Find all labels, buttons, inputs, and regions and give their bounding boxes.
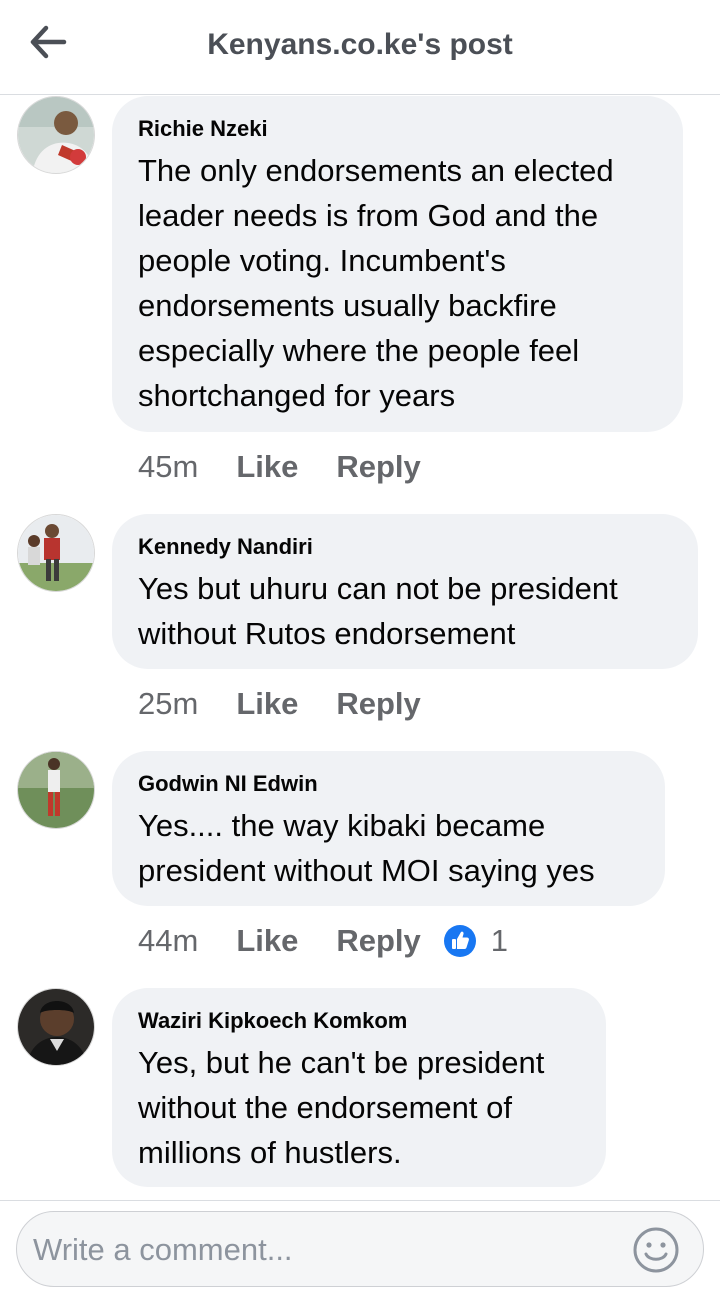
comment-box[interactable] — [16, 1211, 704, 1287]
comment-bubble: Kennedy Nandiri Yes but uhuru can not be… — [112, 514, 698, 669]
comment-composer — [0, 1200, 720, 1296]
comment-input[interactable] — [31, 1224, 615, 1276]
comment-author[interactable]: Kennedy Nandiri — [138, 532, 672, 562]
avatar[interactable] — [17, 96, 95, 174]
comment-text: Yes but uhuru can not be president witho… — [138, 571, 618, 651]
comment-bubble: Waziri Kipkoech Komkom Yes, but he can't… — [112, 988, 606, 1187]
reply-button[interactable]: Reply — [336, 923, 420, 959]
reaction-count: 1 — [490, 923, 509, 958]
comment-author[interactable]: Godwin NI Edwin — [138, 769, 639, 799]
reply-button[interactable]: Reply — [336, 449, 420, 485]
thumbs-up-icon — [443, 925, 476, 957]
like-button[interactable]: Like — [236, 923, 298, 959]
comment-time: 25m — [138, 686, 199, 721]
comment-text: Yes.... the way kibaki became president … — [138, 808, 595, 888]
reaction-summary[interactable]: 1 — [443, 923, 508, 959]
comment-author[interactable]: Richie Nzeki — [138, 114, 657, 144]
reply-button[interactable]: Reply — [336, 686, 420, 722]
smiley-icon[interactable] — [631, 1225, 681, 1275]
comment-time: 45m — [138, 449, 199, 484]
like-button[interactable]: Like — [236, 686, 298, 722]
comment-actions: 44m Like Reply 1 — [138, 921, 508, 961]
top-bar: Kenyans.co.ke's post — [0, 0, 720, 95]
comment-bubble: Godwin NI Edwin Yes.... the way kibaki b… — [112, 751, 665, 906]
comment-bubble: Richie Nzeki The only endorsements an el… — [112, 96, 683, 432]
avatar[interactable] — [17, 751, 95, 829]
avatar[interactable] — [17, 988, 95, 1066]
comment-actions: 45m Like Reply — [138, 447, 459, 487]
page-title: Kenyans.co.ke's post — [207, 28, 513, 61]
comment-text: Yes, but he can't be president without t… — [138, 1045, 545, 1170]
comment-author[interactable]: Waziri Kipkoech Komkom — [138, 1006, 580, 1036]
comment-text: The only endorsements an elected leader … — [138, 153, 614, 413]
like-button[interactable]: Like — [236, 449, 298, 485]
avatar[interactable] — [17, 514, 95, 592]
comment-actions: 25m Like Reply — [138, 684, 459, 724]
comment-time: 44m — [138, 923, 199, 958]
